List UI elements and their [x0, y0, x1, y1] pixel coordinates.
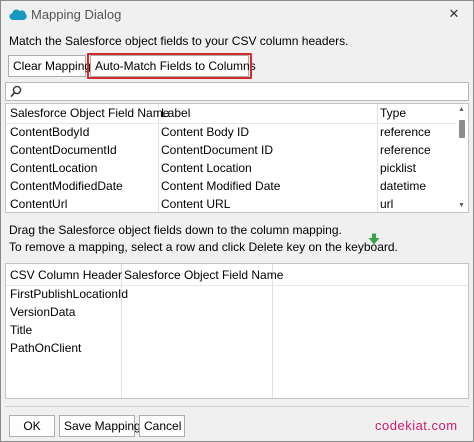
- column-header-field-name[interactable]: Salesforce Object Field Name: [10, 106, 169, 120]
- save-mapping-button[interactable]: Save Mapping: [59, 415, 141, 437]
- fields-table-scrollbar[interactable]: ▲ ▼: [456, 104, 468, 212]
- table-row[interactable]: Title: [6, 322, 468, 340]
- mapping-dialog: Mapping Dialog ✕ Match the Salesforce ob…: [0, 0, 474, 442]
- footer-separator: [5, 406, 469, 407]
- cancel-button[interactable]: Cancel: [139, 415, 185, 437]
- table-row[interactable]: ContentLocation Content Location picklis…: [6, 160, 468, 178]
- drag-hint-line-2: To remove a mapping, select a row and cl…: [9, 240, 398, 254]
- table-row[interactable]: ContentBodyId Content Body ID reference: [6, 124, 468, 142]
- watermark-text: codekiat.com: [375, 418, 458, 433]
- table-row[interactable]: ContentDocumentId ContentDocument ID ref…: [6, 142, 468, 160]
- search-icon: [10, 85, 22, 98]
- table-row[interactable]: PathOnClient: [6, 340, 468, 358]
- scroll-up-icon[interactable]: ▲: [458, 106, 465, 113]
- down-arrow-icon: [368, 233, 380, 245]
- column-header-sf-field[interactable]: Salesforce Object Field Name: [124, 268, 283, 282]
- title-bar: Mapping Dialog ✕: [1, 1, 473, 29]
- search-field[interactable]: [5, 82, 469, 101]
- mapping-table-header: CSV Column Header Salesforce Object Fiel…: [6, 267, 468, 285]
- salesforce-cloud-icon: [9, 9, 27, 20]
- search-input[interactable]: [26, 84, 464, 99]
- column-header-csv[interactable]: CSV Column Header: [10, 268, 122, 282]
- window-controls: ✕: [445, 5, 463, 23]
- table-row[interactable]: VersionData: [6, 304, 468, 322]
- close-icon[interactable]: ✕: [445, 5, 463, 23]
- window-title: Mapping Dialog: [31, 7, 122, 22]
- drag-hint-line-1: Drag the Salesforce object fields down t…: [9, 223, 342, 237]
- clear-mapping-button[interactable]: Clear Mapping: [8, 55, 91, 77]
- highlight-annotation: [87, 53, 252, 79]
- scroll-down-icon[interactable]: ▼: [458, 202, 465, 209]
- ok-button[interactable]: OK: [9, 415, 55, 437]
- table-row[interactable]: ContentModifiedDate Content Modified Dat…: [6, 178, 468, 196]
- column-header-type[interactable]: Type: [380, 106, 406, 120]
- fields-table-header: Salesforce Object Field Name Label Type: [6, 105, 468, 123]
- column-header-label[interactable]: Label: [161, 106, 190, 120]
- fields-table[interactable]: Salesforce Object Field Name Label Type …: [5, 103, 469, 213]
- table-row[interactable]: ContentUrl Content URL url: [6, 196, 468, 212]
- scroll-thumb[interactable]: [459, 120, 465, 138]
- instruction-text: Match the Salesforce object fields to yo…: [9, 34, 349, 48]
- mapping-table[interactable]: CSV Column Header Salesforce Object Fiel…: [5, 263, 469, 399]
- table-row[interactable]: FirstPublishLocationId: [6, 286, 468, 304]
